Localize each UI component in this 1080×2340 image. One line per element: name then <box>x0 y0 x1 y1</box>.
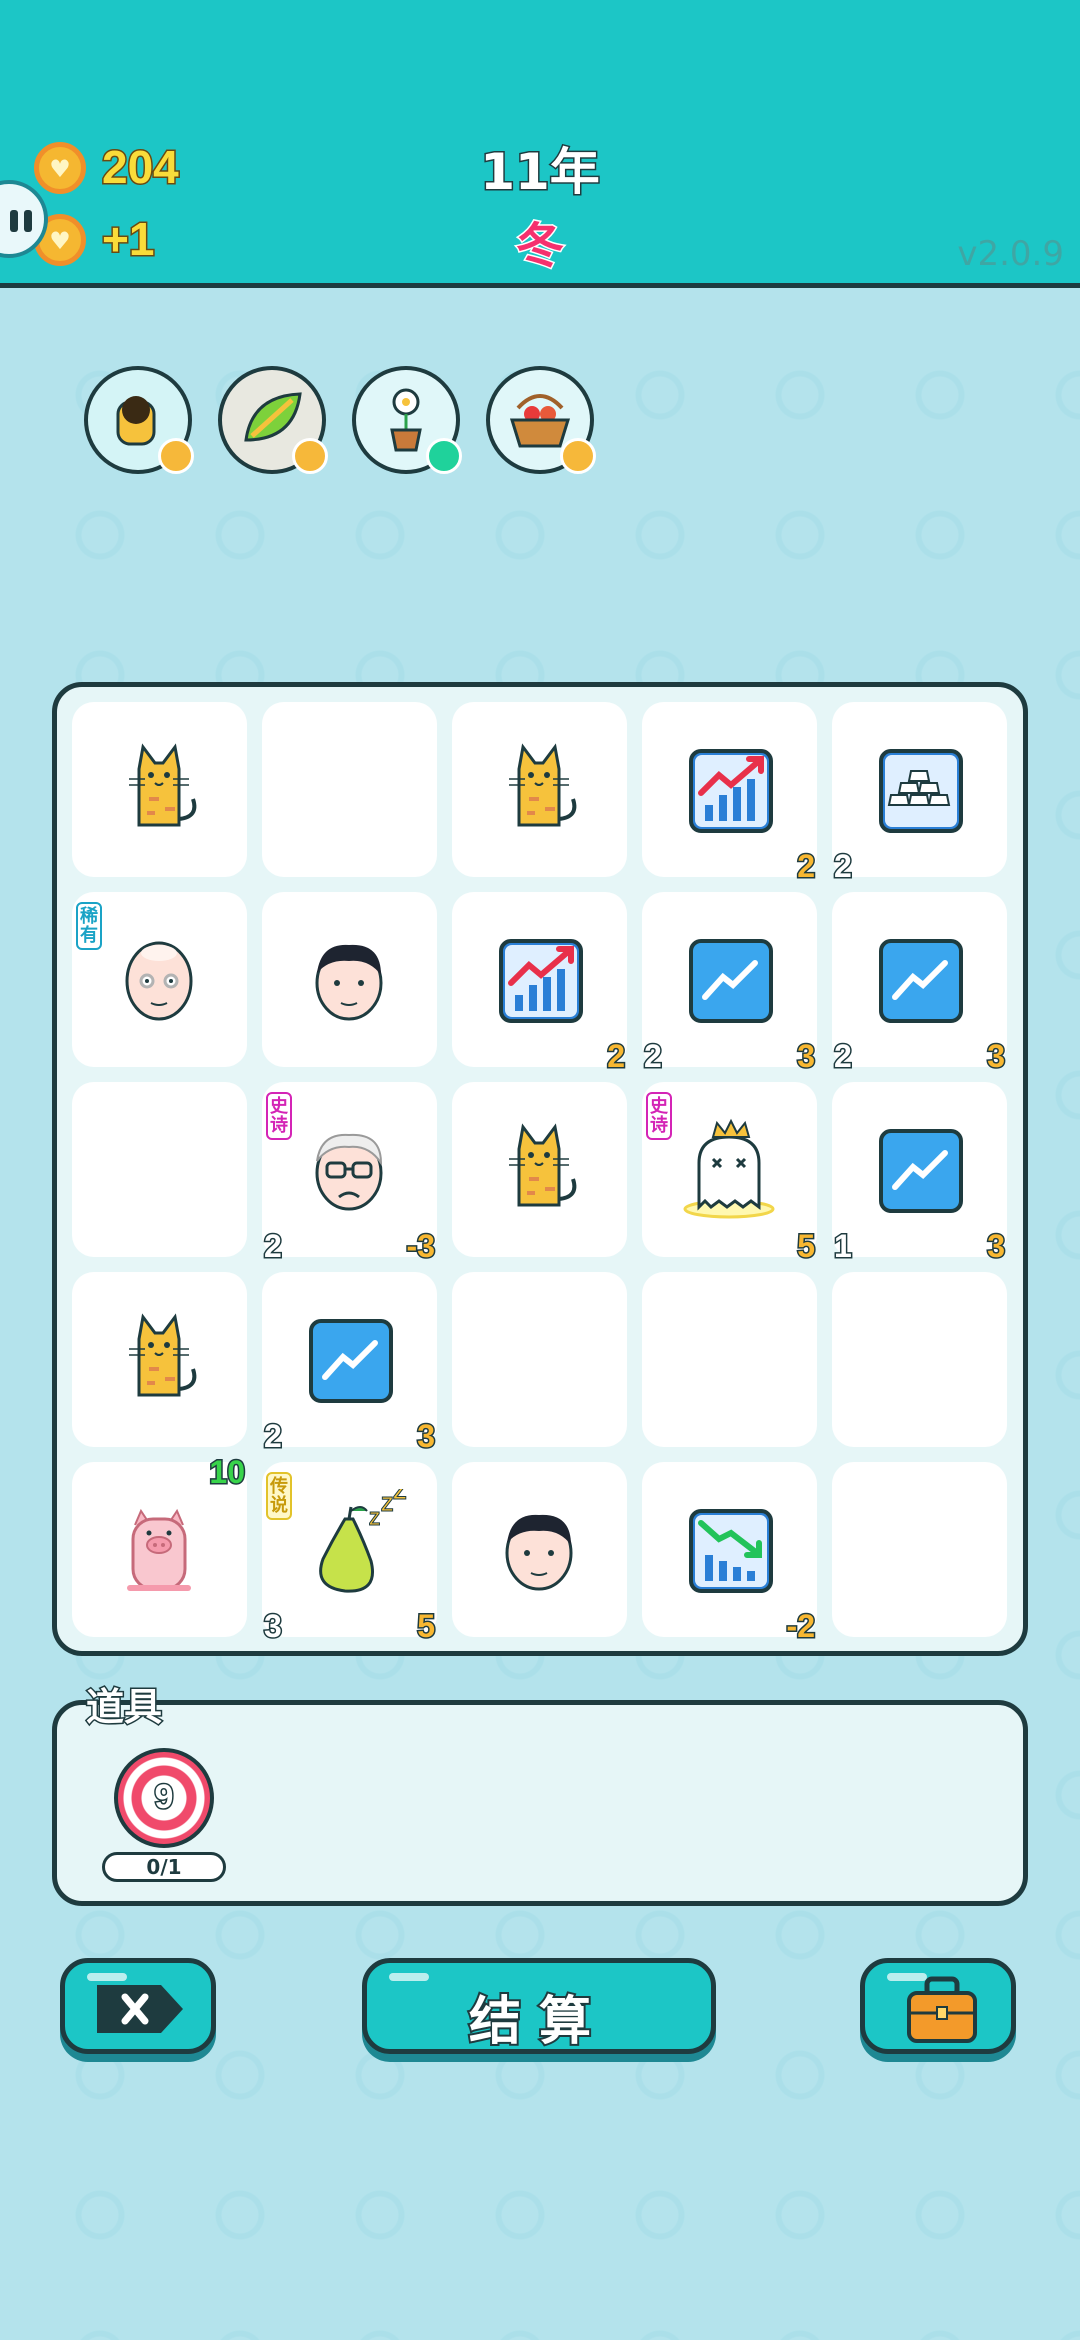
symbol-counter: 2 <box>833 847 854 886</box>
board-cell-bear-market-chart[interactable]: -2 <box>642 1462 817 1646</box>
sleeping-pear-icon: ZZZ <box>289 1479 409 1609</box>
rarity-tag: 史诗 <box>646 1092 672 1140</box>
slot-board: 2 2 稀有 2 2 3 2 3 史诗 2 -3 史诗 5 1 3 2 3 10 Z Z Z 传说 3 5 -2 <box>52 682 1028 1656</box>
relic-flower-pot[interactable] <box>352 366 462 474</box>
board-cell-empty[interactable] <box>832 1462 1007 1637</box>
board-cell-empty[interactable] <box>262 702 437 877</box>
remove-tag-icon <box>97 1985 183 2033</box>
svg-text:Z: Z <box>381 1494 393 1516</box>
symbol-value: 2 <box>606 1037 627 1076</box>
board-cell-stock-trend[interactable]: 23 <box>832 892 1007 1076</box>
year-label: 11年 <box>479 142 602 203</box>
symbol-value: 3 <box>796 1037 817 1076</box>
board-cell-bald-old-man[interactable]: 稀有 <box>72 892 247 1067</box>
board-cell-empty[interactable] <box>72 1082 247 1257</box>
symbol-value: 5 <box>796 1227 817 1266</box>
pig-icon <box>99 1489 219 1609</box>
relic-coin-badge <box>292 438 328 474</box>
symbol-counter: 2 <box>643 1037 664 1076</box>
relic-status-badge <box>426 438 462 474</box>
stock-trend-icon <box>859 1109 979 1229</box>
board-cell-stock-trend[interactable]: 23 <box>642 892 817 1076</box>
season-label: 冬 <box>514 217 565 276</box>
board-cell-stock-trend[interactable]: 13 <box>832 1082 1007 1266</box>
settle-button-label: 结算 <box>467 1990 609 2054</box>
cat-icon <box>479 1109 599 1229</box>
board-cell-grumpy-grandpa[interactable]: 史诗 2 -3 <box>262 1082 437 1266</box>
symbol-value: 2 <box>796 847 817 886</box>
symbol-counter: 2 <box>263 1227 284 1266</box>
symbol-value: 5 <box>416 1607 437 1646</box>
board-cell-bull-market-chart[interactable]: 2 <box>642 702 817 886</box>
board-cell-cat[interactable] <box>72 1272 247 1447</box>
relic-cat[interactable] <box>84 366 194 474</box>
relic-fruit-basket[interactable] <box>486 366 596 474</box>
symbol-counter: 2 <box>833 1037 854 1076</box>
target-tool-count: 9 <box>153 1777 175 1818</box>
board-cell-bull-market-chart[interactable]: 2 <box>452 892 627 1076</box>
bull-market-chart-icon <box>669 729 789 849</box>
briefcase-icon <box>907 1976 977 2043</box>
board-cell-ghost-king[interactable]: 史诗 5 <box>642 1082 817 1266</box>
svg-text:Z: Z <box>393 1489 406 1504</box>
top-bar: 204 +1 11年 冬 v2.0.9 <box>0 0 1080 288</box>
rarity-tag: 史诗 <box>266 1092 292 1140</box>
ghost-king-icon <box>669 1109 789 1229</box>
stock-trend-icon <box>859 919 979 1039</box>
man-face-icon <box>479 1489 599 1609</box>
relic-coin-badge <box>158 438 194 474</box>
board-cell-cat[interactable] <box>452 702 627 877</box>
cat-icon <box>99 729 219 849</box>
board-cell-pig[interactable]: 10 <box>72 1453 247 1637</box>
symbol-counter: 2 <box>263 1417 284 1456</box>
rarity-tag: 稀有 <box>76 902 102 950</box>
bald-old-man-icon <box>99 919 219 1039</box>
symbol-counter: 3 <box>263 1607 284 1646</box>
relic-coin-badge <box>560 438 596 474</box>
symbol-value: 3 <box>416 1417 437 1456</box>
relic-leaf[interactable] <box>218 366 328 474</box>
symbol-counter: 1 <box>833 1227 854 1266</box>
target-tool-button[interactable]: 9 <box>114 1748 214 1848</box>
board-cell-man-face[interactable] <box>262 892 437 1067</box>
man-face-icon <box>289 919 409 1039</box>
inventory-button[interactable] <box>860 1958 1016 2054</box>
rarity-tag: 传说 <box>266 1472 292 1520</box>
version-label: v2.0.9 <box>957 234 1064 274</box>
board-cell-gold-bars[interactable]: 2 <box>832 702 1007 886</box>
board-cell-empty[interactable] <box>452 1272 627 1447</box>
symbol-value: -3 <box>405 1227 437 1266</box>
grumpy-grandpa-icon <box>289 1109 409 1229</box>
board-cell-empty[interactable] <box>832 1272 1007 1447</box>
board-cell-cat[interactable] <box>72 702 247 877</box>
board-cell-cat[interactable] <box>452 1082 627 1257</box>
remove-symbol-button[interactable] <box>60 1958 216 2054</box>
stock-trend-icon <box>289 1299 409 1419</box>
bear-market-chart-icon <box>669 1489 789 1609</box>
cat-icon <box>99 1299 219 1419</box>
svg-text:Z: Z <box>369 1509 380 1529</box>
symbol-value: 3 <box>986 1037 1007 1076</box>
board-cell-man-face[interactable] <box>452 1462 627 1637</box>
symbol-bonus: 10 <box>208 1453 247 1492</box>
symbol-value: -2 <box>785 1607 817 1646</box>
cat-icon <box>479 729 599 849</box>
target-tool-usage: 0/1 <box>102 1852 226 1882</box>
gold-bars-icon <box>859 729 979 849</box>
board-cell-empty[interactable] <box>642 1272 817 1447</box>
symbol-value: 3 <box>986 1227 1007 1266</box>
settle-button[interactable]: 结算 <box>362 1958 716 2054</box>
stock-trend-icon <box>669 919 789 1039</box>
board-cell-stock-trend[interactable]: 23 <box>262 1272 437 1456</box>
bull-market-chart-icon <box>479 919 599 1039</box>
tools-label: 道具 <box>84 1684 163 1731</box>
board-cell-sleeping-pear[interactable]: ZZZ传说35 <box>262 1462 437 1646</box>
